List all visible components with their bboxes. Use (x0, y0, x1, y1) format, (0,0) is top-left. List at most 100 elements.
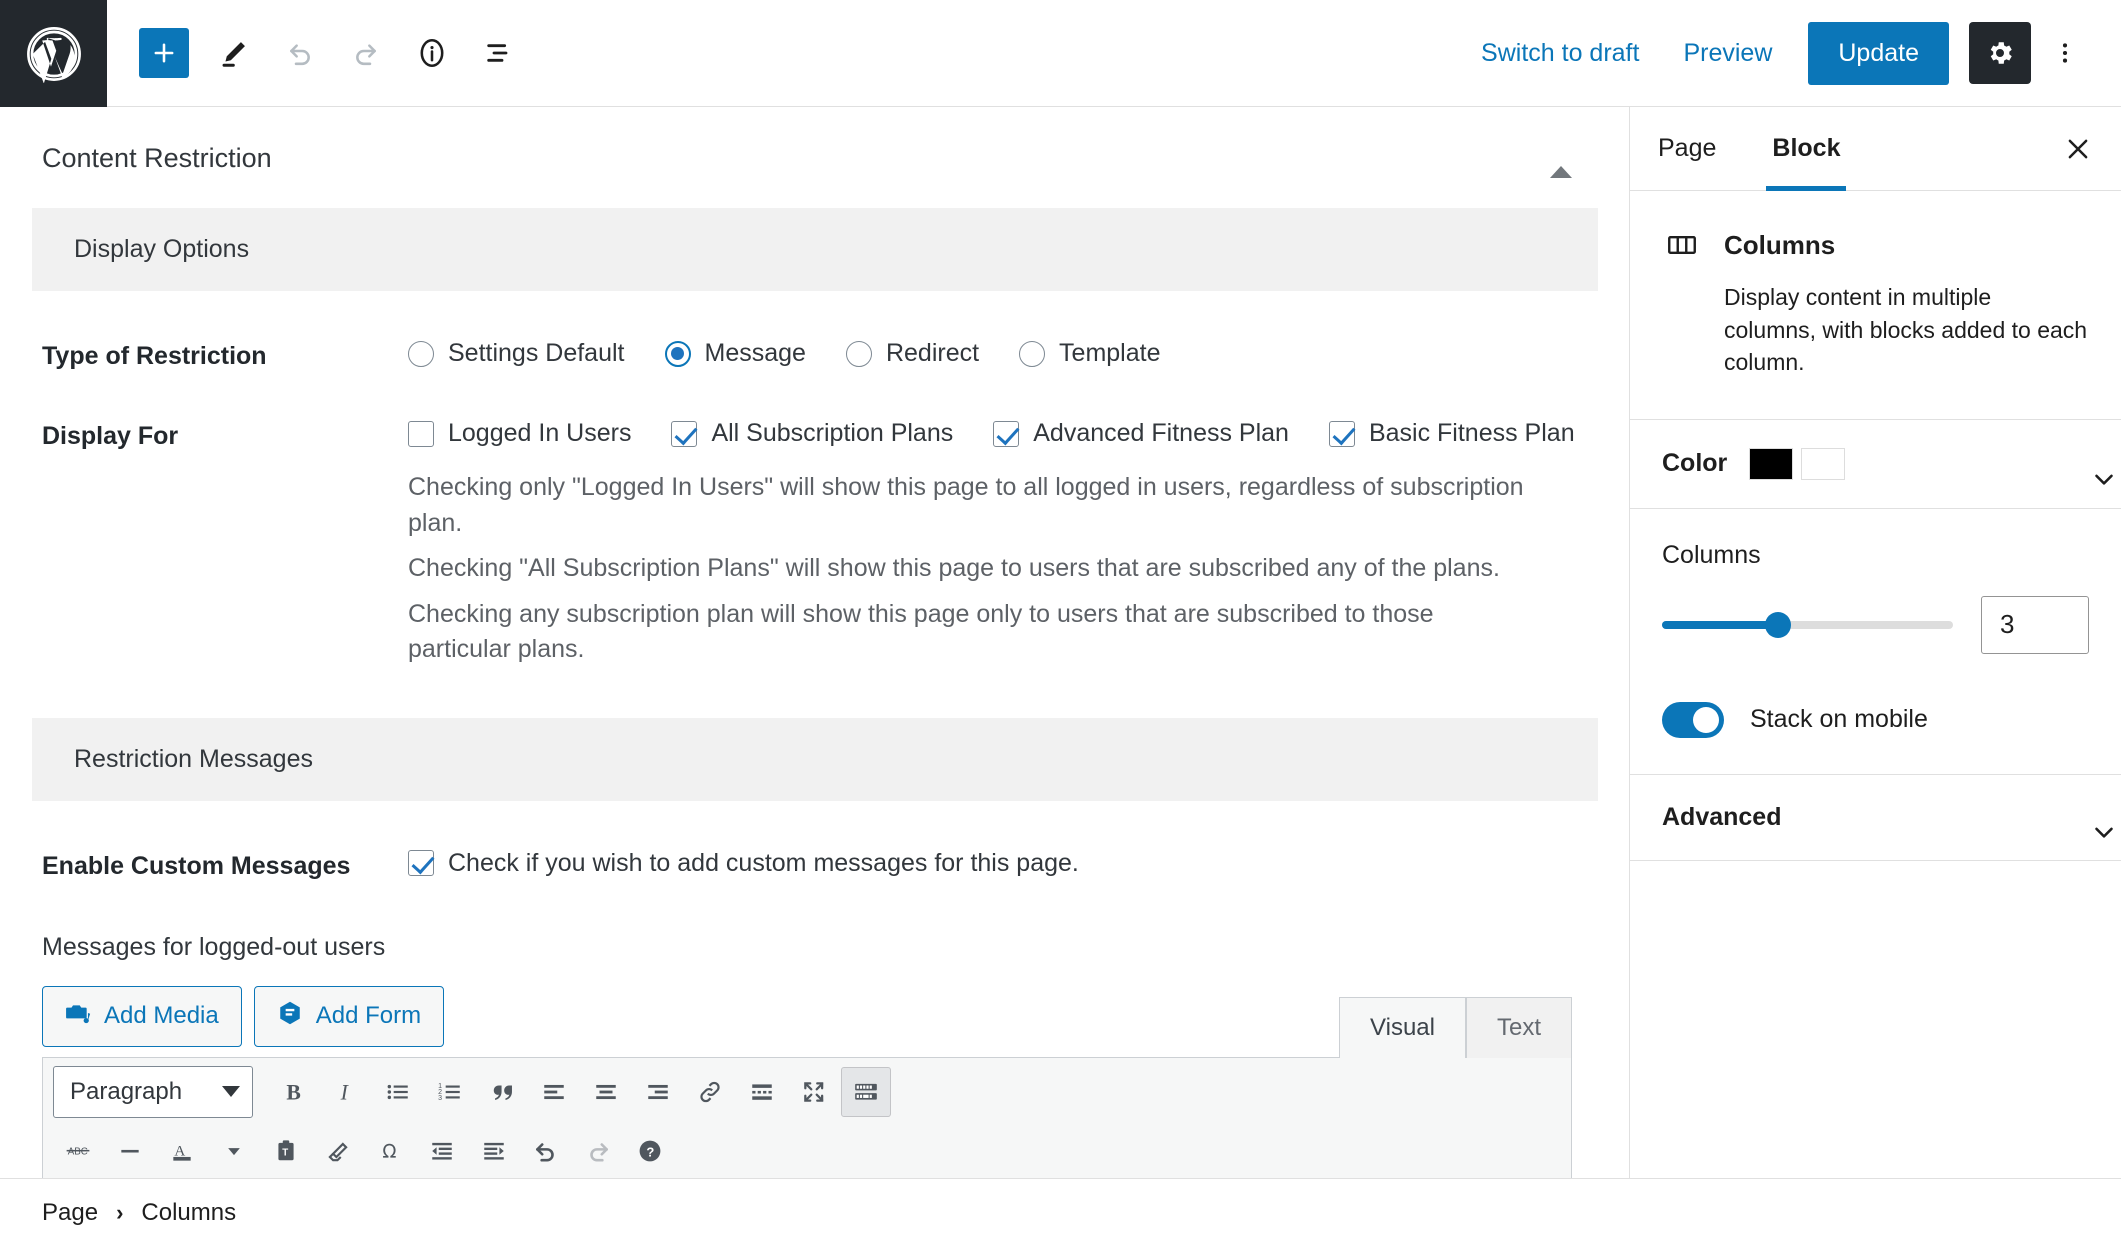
sidebar-tabs: Page Block (1630, 107, 2121, 191)
radio-settings-default[interactable]: Settings Default (408, 339, 625, 368)
tools-pen-button[interactable] (203, 22, 265, 84)
clear-formatting-eraser-icon[interactable] (313, 1126, 363, 1176)
indent-icon[interactable] (469, 1126, 519, 1176)
settings-gear-icon[interactable] (1969, 22, 2031, 84)
messages-for-logged-out-users-label: Messages for logged-out users (0, 933, 1630, 962)
color-panel-header[interactable]: Color (1662, 448, 2089, 480)
tab-block[interactable]: Block (1744, 107, 1868, 190)
breadcrumb-page[interactable]: Page (42, 1199, 98, 1227)
outdent-icon[interactable] (417, 1126, 467, 1176)
bulleted-list-icon[interactable] (373, 1067, 423, 1117)
horizontal-rule-icon[interactable] (105, 1126, 155, 1176)
checkbox-all-subscription-plans[interactable]: All Subscription Plans (671, 419, 953, 448)
color-swatch-black[interactable] (1749, 448, 1793, 480)
bold-icon[interactable]: B (269, 1067, 319, 1117)
checkbox-icon (408, 421, 434, 447)
tab-page[interactable]: Page (1630, 107, 1744, 190)
italic-icon[interactable]: I (321, 1067, 371, 1117)
svg-text:3: 3 (438, 1095, 442, 1102)
read-more-icon[interactable] (737, 1067, 787, 1117)
columns-slider[interactable] (1662, 621, 1953, 629)
breadcrumb-columns[interactable]: Columns (141, 1199, 236, 1227)
color-swatch-white[interactable] (1801, 448, 1845, 480)
list-view-button[interactable] (467, 22, 529, 84)
tinymce-editor: Add Media Add Form Visual Text (42, 986, 1572, 1179)
undo-button[interactable] (269, 22, 331, 84)
paste-as-text-icon[interactable]: T (261, 1126, 311, 1176)
display-options-section-heading: Display Options (32, 208, 1598, 291)
editor-header: Switch to draft Preview Update (0, 0, 2121, 107)
columns-number-input[interactable]: 3 (1981, 596, 2089, 654)
link-icon[interactable] (685, 1067, 735, 1117)
radio-message[interactable]: Message (665, 339, 806, 368)
align-right-icon[interactable] (633, 1067, 683, 1117)
editor-toolbar-row-2: ABC A T Ω ? (43, 1126, 1571, 1179)
add-block-button[interactable] (139, 28, 189, 78)
toolbar-toggle-icon[interactable] (841, 1067, 891, 1117)
svg-text:B: B (286, 1080, 300, 1104)
help-line-3: Checking any subscription plan will show… (408, 597, 1538, 668)
checkbox-logged-in-users[interactable]: Logged In Users (408, 419, 631, 448)
display-for-options: Logged In Users All Subscription Plans A… (408, 419, 1588, 448)
display-for-row: Display For Logged In Users All Subscrip… (0, 419, 1630, 678)
text-color-dropdown-chevron-down-icon[interactable] (209, 1126, 259, 1176)
collapse-panel-triangle-up-icon[interactable] (1536, 143, 1586, 174)
checkbox-basic-fitness-plan[interactable]: Basic Fitness Plan (1329, 419, 1575, 448)
media-camera-icon (65, 1000, 91, 1033)
update-button[interactable]: Update (1808, 22, 1949, 85)
preview-button[interactable]: Preview (1661, 25, 1794, 82)
align-center-icon[interactable] (581, 1067, 631, 1117)
stack-on-mobile-label: Stack on mobile (1750, 705, 1928, 734)
columns-icon (1662, 225, 1702, 265)
fullscreen-icon[interactable] (789, 1067, 839, 1117)
strikethrough-icon[interactable]: ABC (53, 1126, 103, 1176)
enable-custom-messages-label: Enable Custom Messages (42, 849, 408, 881)
wordpress-logo-icon[interactable] (0, 0, 107, 107)
wordpress-block-editor: Switch to draft Preview Update Content R… (0, 0, 2121, 1246)
text-color-icon[interactable]: A (157, 1126, 207, 1176)
svg-text:ABC: ABC (68, 1146, 88, 1157)
header-tools (107, 0, 529, 106)
advanced-panel-header[interactable]: Advanced (1662, 803, 2089, 832)
switch-to-draft-button[interactable]: Switch to draft (1459, 25, 1661, 82)
radio-icon (846, 341, 872, 367)
checkbox-enable-custom-messages[interactable]: Check if you wish to add custom messages… (408, 849, 1588, 878)
checkbox-icon-checked (408, 850, 434, 876)
enable-custom-messages-row: Enable Custom Messages Check if you wish… (0, 849, 1630, 881)
color-panel[interactable]: Color (1630, 420, 2121, 509)
panel-title: Content Restriction (42, 143, 272, 174)
block-name: Columns (1724, 230, 1835, 261)
more-options-kebab-icon[interactable] (2037, 22, 2093, 84)
undo-icon[interactable] (521, 1126, 571, 1176)
radio-redirect[interactable]: Redirect (846, 339, 979, 368)
chevron-down-icon (222, 1086, 240, 1097)
checkbox-icon-checked (993, 421, 1019, 447)
slider-thumb[interactable] (1765, 612, 1791, 638)
radio-icon (1019, 341, 1045, 367)
editor-media-buttons: Add Media Add Form (42, 986, 444, 1057)
paragraph-format-select[interactable]: Paragraph (53, 1066, 253, 1118)
radio-template[interactable]: Template (1019, 339, 1160, 368)
blockquote-icon[interactable] (477, 1067, 527, 1117)
tab-visual[interactable]: Visual (1339, 997, 1466, 1058)
redo-button[interactable] (335, 22, 397, 84)
redo-icon[interactable] (573, 1126, 623, 1176)
editor-body: Content Restriction Display Options Type… (0, 107, 2121, 1178)
columns-control-panel: Columns 3 Stack on mobile (1630, 509, 2121, 775)
close-sidebar-close-icon[interactable] (2045, 107, 2111, 190)
stack-on-mobile-toggle[interactable] (1662, 702, 1724, 738)
numbered-list-icon[interactable]: 123 (425, 1067, 475, 1117)
content-restriction-header: Content Restriction (0, 107, 1630, 208)
add-form-button[interactable]: Add Form (254, 986, 444, 1047)
settings-sidebar: Page Block Columns Display content in mu… (1630, 107, 2121, 1178)
advanced-panel[interactable]: Advanced (1630, 775, 2121, 861)
align-left-icon[interactable] (529, 1067, 579, 1117)
keyboard-shortcuts-help-icon[interactable]: ? (625, 1126, 675, 1176)
special-character-omega-icon[interactable]: Ω (365, 1126, 415, 1176)
svg-text:T: T (282, 1147, 288, 1158)
tab-text[interactable]: Text (1466, 997, 1572, 1058)
details-info-button[interactable] (401, 22, 463, 84)
display-for-label: Display For (42, 419, 408, 451)
checkbox-advanced-fitness-plan[interactable]: Advanced Fitness Plan (993, 419, 1289, 448)
add-media-button[interactable]: Add Media (42, 986, 242, 1047)
